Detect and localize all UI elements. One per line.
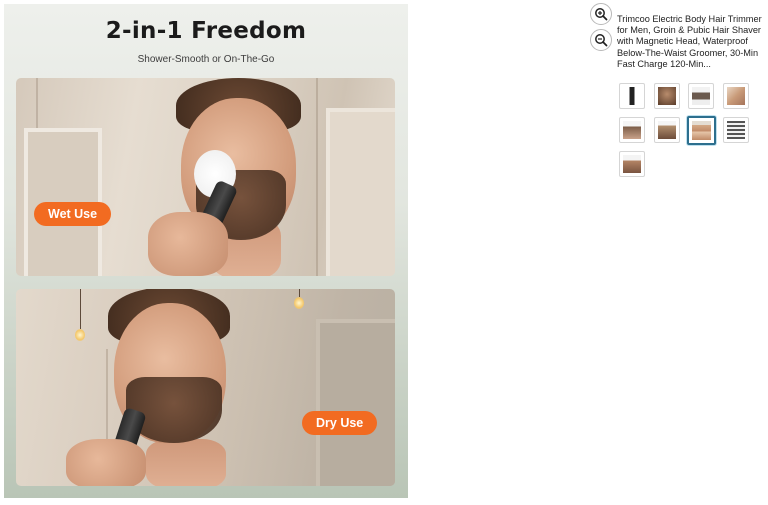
dry-use-badge: Dry Use [302,411,378,435]
zoom-out-icon [595,34,608,47]
wet-use-photo [16,78,395,276]
thumbnail-4[interactable] [723,83,749,109]
product-title: Trimcoo Electric Body Hair Trimmer for M… [617,14,762,69]
thumbnail-9[interactable] [619,151,645,177]
zoom-out-button[interactable] [590,29,612,51]
dry-use-photo [16,289,395,486]
thumbnail-6[interactable] [654,117,680,143]
zoom-in-icon [595,8,608,21]
thumbnail-5[interactable] [619,117,645,143]
thumbnail-1[interactable] [619,83,645,109]
main-product-image[interactable]: 2-in-1 Freedom Shower-Smooth or On-The-G… [4,4,408,498]
image-subline: Shower-Smooth or On-The-Go [137,54,275,65]
image-headline: 2-in-1 Freedom [105,18,307,44]
thumbnail-8[interactable] [723,117,749,143]
zoom-in-button[interactable] [590,3,612,25]
thumbnail-7-selected[interactable] [687,116,716,145]
wet-use-badge: Wet Use [34,202,112,226]
thumbnail-3[interactable] [688,83,714,109]
thumbnail-2[interactable] [654,83,680,109]
